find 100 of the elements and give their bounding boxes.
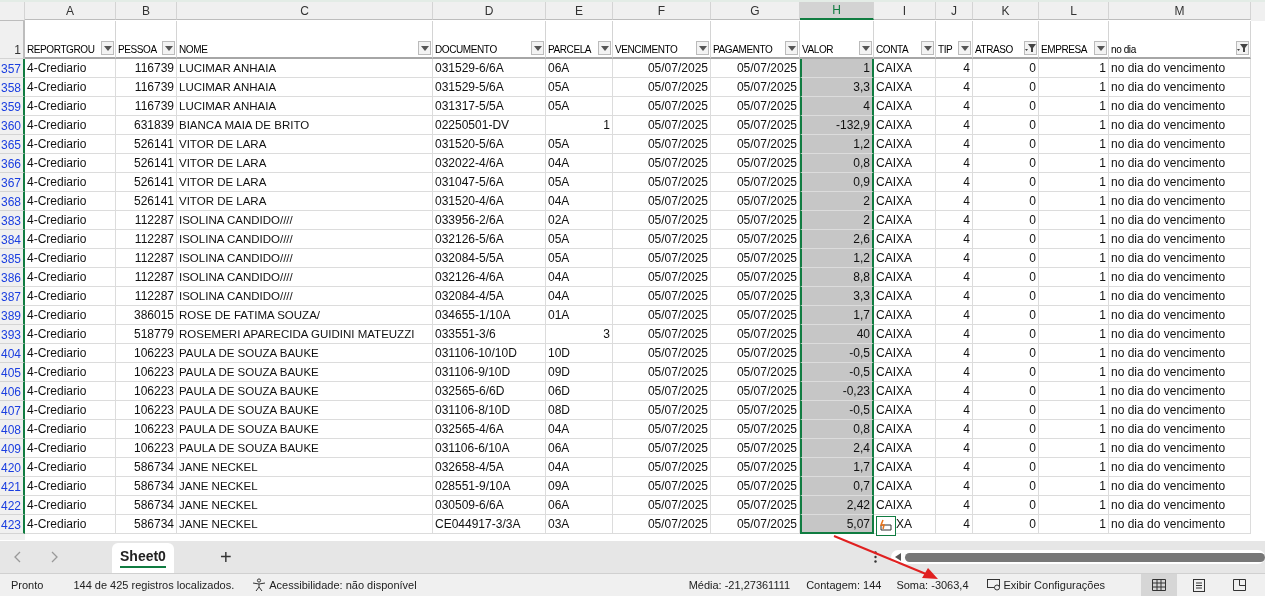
row-number[interactable]: 407 xyxy=(0,401,25,420)
sheet-tab[interactable]: Sheet0 xyxy=(112,543,174,573)
table-cell: PAULA DE SOUZA BAUKE xyxy=(177,439,433,458)
table-cell: CAIXA xyxy=(874,306,936,325)
table-cell: 05A xyxy=(546,249,613,268)
column-header[interactable]: L xyxy=(1039,2,1109,20)
table-cell: 0 xyxy=(973,420,1039,439)
column-header[interactable]: G xyxy=(711,2,800,20)
filter-button[interactable] xyxy=(531,41,544,55)
table-cell: 526141 xyxy=(116,135,177,154)
header-cell-text: REPORTGROU xyxy=(27,44,95,55)
column-header[interactable]: H xyxy=(800,2,874,20)
accessibility-icon[interactable] xyxy=(252,578,267,592)
row-number[interactable]: 423 xyxy=(0,515,25,534)
row-number[interactable]: 360 xyxy=(0,116,25,135)
table-cell: 0 xyxy=(973,306,1039,325)
row-number[interactable]: 409 xyxy=(0,439,25,458)
table-cell: 0,8 xyxy=(800,420,874,439)
row-number[interactable]: 1 xyxy=(0,21,25,59)
table-cell: ISOLINA CANDIDO//// xyxy=(177,230,433,249)
horizontal-scrollbar[interactable] xyxy=(891,550,1265,564)
scroll-left-icon[interactable] xyxy=(895,553,901,561)
table-cell: CAIXA xyxy=(874,211,936,230)
view-button[interactable] xyxy=(1141,574,1177,596)
filter-button[interactable] xyxy=(958,41,971,55)
table-cell: JANE NECKEL xyxy=(177,515,433,534)
filter-button[interactable] xyxy=(1094,41,1107,55)
table-cell: 1 xyxy=(1039,78,1109,97)
table-cell: 05/07/2025 xyxy=(711,363,800,382)
table-cell: 1 xyxy=(1039,97,1109,116)
status-text[interactable]: Acessibilidade: não disponível xyxy=(269,579,417,591)
row-number[interactable]: 357 xyxy=(0,59,25,78)
status-text[interactable]: Exibir Configurações xyxy=(1003,579,1106,591)
dropdown-arrow-icon xyxy=(787,45,796,51)
filter-button[interactable] xyxy=(418,41,431,55)
column-header[interactable]: B xyxy=(116,2,177,20)
row-number[interactable]: 358 xyxy=(0,78,25,97)
row-number[interactable]: 359 xyxy=(0,97,25,116)
dropdown-arrow-icon xyxy=(103,45,112,51)
row-number[interactable]: 406 xyxy=(0,382,25,401)
table-cell: 0 xyxy=(973,97,1039,116)
table-cell: -0,23 xyxy=(800,382,874,401)
table-cell: 106223 xyxy=(116,382,177,401)
table-cell: 4-Crediario xyxy=(25,268,116,287)
row-number[interactable]: 393 xyxy=(0,325,25,344)
row-number[interactable]: 404 xyxy=(0,344,25,363)
table-cell: 09D xyxy=(546,363,613,382)
table-cell: 1 xyxy=(1039,135,1109,154)
row-number[interactable]: 384 xyxy=(0,230,25,249)
filter-button[interactable] xyxy=(921,41,934,55)
table-cell: 031047-5/6A xyxy=(433,173,546,192)
add-sheet-button[interactable]: + xyxy=(213,545,238,569)
dropdown-arrow-icon xyxy=(164,45,173,51)
row-number[interactable]: 387 xyxy=(0,287,25,306)
column-header[interactable]: I xyxy=(874,2,936,20)
table-cell: 4-Crediario xyxy=(25,192,116,211)
table-cell: 2 xyxy=(800,211,874,230)
column-header[interactable]: C xyxy=(177,2,433,20)
row-number[interactable]: 389 xyxy=(0,306,25,325)
filter-button[interactable] xyxy=(696,41,709,55)
settings-icon[interactable] xyxy=(986,579,1001,591)
column-header[interactable]: K xyxy=(973,2,1039,20)
filter-button[interactable] xyxy=(1024,41,1037,55)
status-text: Pronto xyxy=(11,579,44,591)
row-number[interactable]: 405 xyxy=(0,363,25,382)
column-header[interactable]: A xyxy=(25,2,116,20)
row-number[interactable]: 365 xyxy=(0,135,25,154)
column-header[interactable]: E xyxy=(546,2,613,20)
filter-button[interactable] xyxy=(101,41,114,55)
column-header[interactable]: J xyxy=(936,2,973,20)
row-number[interactable]: 368 xyxy=(0,192,25,211)
row-number[interactable]: 420 xyxy=(0,458,25,477)
row-number[interactable]: 408 xyxy=(0,420,25,439)
table-cell: 0 xyxy=(973,439,1039,458)
filter-button[interactable] xyxy=(162,41,175,55)
table-cell: 05/07/2025 xyxy=(613,344,711,363)
filter-button[interactable] xyxy=(598,41,611,55)
row-number[interactable]: 366 xyxy=(0,154,25,173)
column-header[interactable]: M xyxy=(1109,2,1251,20)
column-header[interactable]: D xyxy=(433,2,546,20)
quick-analysis-icon[interactable] xyxy=(876,516,896,536)
row-number[interactable]: 421 xyxy=(0,477,25,496)
table-cell: 112287 xyxy=(116,230,177,249)
table-cell: 05/07/2025 xyxy=(711,344,800,363)
row-number[interactable]: 386 xyxy=(0,268,25,287)
filter-button[interactable] xyxy=(859,41,872,55)
filter-button[interactable] xyxy=(785,41,798,55)
table-cell: LUCIMAR ANHAIA xyxy=(177,78,433,97)
row-number[interactable]: 383 xyxy=(0,211,25,230)
filter-button[interactable] xyxy=(1236,41,1249,55)
column-header[interactable]: F xyxy=(613,2,711,20)
table-cell: CAIXA xyxy=(874,496,936,515)
table-cell: 2,4 xyxy=(800,439,874,458)
row-number[interactable]: 422 xyxy=(0,496,25,515)
row-number[interactable]: 385 xyxy=(0,249,25,268)
row-number[interactable]: 367 xyxy=(0,173,25,192)
table-cell: 05/07/2025 xyxy=(613,420,711,439)
table-cell: 05/07/2025 xyxy=(711,306,800,325)
table-cell: 0 xyxy=(973,249,1039,268)
more-options-icon[interactable] xyxy=(873,551,877,563)
